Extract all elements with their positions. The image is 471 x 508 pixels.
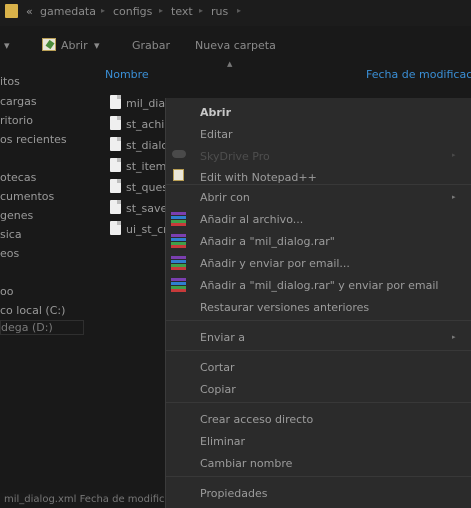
open-icon[interactable]	[42, 38, 56, 51]
menu-item-restore[interactable]: Restaurar versiones anteriores	[200, 301, 369, 314]
xml-file-icon	[110, 200, 121, 214]
sidebar-item-desktop[interactable]: ritorio	[0, 114, 33, 127]
submenu-arrow-icon: ▸	[452, 333, 456, 341]
xml-file-icon	[110, 179, 121, 193]
menu-item-copy[interactable]: Copiar	[200, 383, 236, 396]
menu-separator	[166, 402, 471, 403]
sidebar-item-documents[interactable]: cumentos	[0, 190, 54, 203]
sidebar-item-images[interactable]: genes	[0, 209, 33, 222]
menu-item-notepad[interactable]: Edit with Notepad++	[200, 171, 317, 184]
menu-item-add-email[interactable]: Añadir y enviar por email...	[200, 257, 350, 270]
menu-item-open-with[interactable]: Abrir con	[200, 191, 250, 204]
winrar-icon	[171, 278, 186, 292]
sidebar-item-downloads[interactable]: cargas	[0, 95, 37, 108]
file-name[interactable]: st_ques	[126, 181, 168, 194]
xml-file-icon	[110, 95, 121, 109]
menu-item-add-rar-email[interactable]: Añadir a "mil_dialog.rar" y enviar por e…	[200, 279, 438, 292]
menu-item-send-to[interactable]: Enviar a	[200, 331, 245, 344]
breadcrumb-separator-icon[interactable]: ▸	[159, 6, 163, 15]
folder-icon	[5, 4, 18, 18]
file-name[interactable]: st_dialo	[126, 139, 168, 152]
sidebar-item-recent[interactable]: os recientes	[0, 133, 67, 146]
sidebar-item-computer[interactable]: oo	[0, 285, 13, 298]
menu-separator	[166, 476, 471, 477]
menu-separator	[166, 350, 471, 351]
status-text: mil_dialog.xml Fecha de modific	[4, 494, 165, 505]
menu-item-create-shortcut[interactable]: Crear acceso directo	[200, 413, 313, 426]
organize-dropdown-icon[interactable]: ▾	[4, 39, 10, 52]
breadcrumb-configs[interactable]: configs	[113, 5, 152, 18]
sidebar-item-local-disk[interactable]: co local (C:)	[0, 304, 65, 317]
menu-item-add-rar[interactable]: Añadir a "mil_dialog.rar"	[200, 235, 335, 248]
menu-item-open[interactable]: Abrir	[200, 106, 231, 119]
breadcrumb-rus[interactable]: rus	[211, 5, 228, 18]
breadcrumb-gamedata[interactable]: gamedata	[40, 5, 96, 18]
xml-file-icon	[110, 116, 121, 130]
sort-up-icon: ▲	[227, 60, 233, 68]
new-folder-button[interactable]: Nueva carpeta	[195, 39, 276, 52]
sidebar-item-libraries[interactable]: otecas	[0, 171, 36, 184]
sidebar-item-favorites[interactable]: itos	[0, 75, 20, 88]
record-button[interactable]: Grabar	[132, 39, 170, 52]
winrar-icon	[171, 234, 186, 248]
menu-separator	[166, 184, 471, 185]
breadcrumb-text[interactable]: text	[171, 5, 193, 18]
menu-separator	[166, 320, 471, 321]
column-header-name[interactable]: Nombre	[105, 68, 149, 81]
menu-item-edit[interactable]: Editar	[200, 128, 233, 141]
sidebar-item-drive-d[interactable]: dega (D:)	[0, 320, 84, 335]
xml-file-icon	[110, 221, 121, 235]
file-name[interactable]: ui_st_cr	[126, 223, 168, 236]
open-dropdown-icon[interactable]: ▾	[94, 39, 100, 52]
cloud-icon	[172, 150, 186, 158]
sidebar-item-music[interactable]: sica	[0, 228, 22, 241]
menu-item-add-archive[interactable]: Añadir al archivo...	[200, 213, 303, 226]
submenu-arrow-icon: ▸	[452, 151, 456, 159]
menu-item-properties[interactable]: Propiedades	[200, 487, 267, 500]
sidebar-item-videos[interactable]: eos	[0, 247, 19, 260]
winrar-icon	[171, 212, 186, 226]
file-name[interactable]: mil_dial	[126, 97, 168, 110]
submenu-arrow-icon: ▸	[452, 193, 456, 201]
column-header-date[interactable]: Fecha de modificac...	[366, 68, 471, 81]
breadcrumb-separator-icon[interactable]: ▸	[199, 6, 203, 15]
winrar-icon	[171, 256, 186, 270]
menu-item-skydrive-pro: SkyDrive Pro	[200, 150, 270, 163]
menu-item-rename[interactable]: Cambiar nombre	[200, 457, 292, 470]
xml-file-icon	[110, 158, 121, 172]
breadcrumb-separator-icon[interactable]: ▸	[237, 6, 241, 15]
notepad-plus-plus-icon	[173, 169, 184, 181]
menu-item-delete[interactable]: Eliminar	[200, 435, 245, 448]
breadcrumb-separator-icon[interactable]: ▸	[101, 6, 105, 15]
back-chevrons[interactable]: «	[26, 5, 33, 18]
open-button[interactable]: Abrir	[61, 39, 88, 52]
menu-item-cut[interactable]: Cortar	[200, 361, 235, 374]
xml-file-icon	[110, 137, 121, 151]
